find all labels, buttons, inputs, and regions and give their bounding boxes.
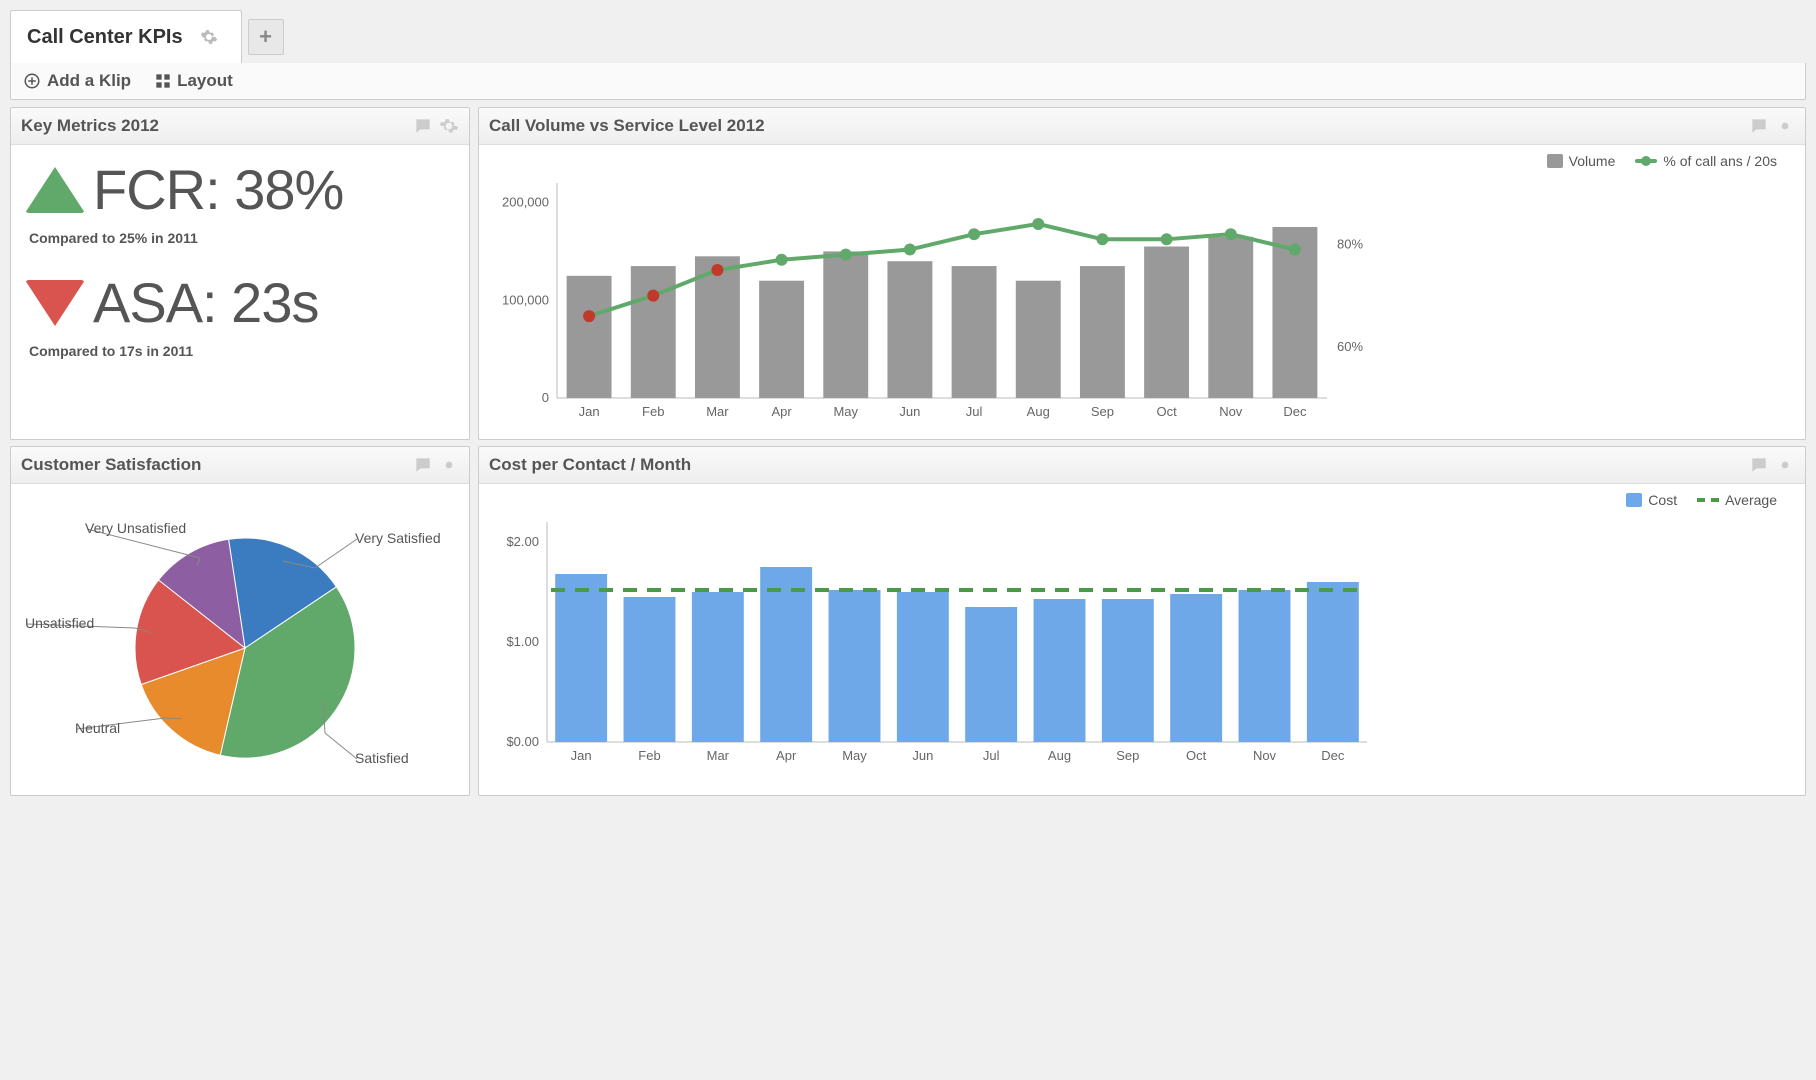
kpi-asa-sub: Compared to 17s in 2011 — [29, 343, 455, 359]
kpi-asa: ASA: 23s — [25, 270, 455, 335]
legend-volume[interactable]: Volume — [1547, 153, 1616, 169]
svg-text:200,000: 200,000 — [502, 195, 549, 210]
panel-cost: Cost per Contact / Month Cost Average $0… — [478, 446, 1806, 796]
panel-title: Cost per Contact / Month — [489, 455, 1749, 475]
svg-text:100,000: 100,000 — [502, 292, 549, 307]
svg-text:Mar: Mar — [707, 748, 730, 763]
legend-avg[interactable]: Average — [1697, 492, 1777, 508]
svg-text:Aug: Aug — [1048, 748, 1071, 763]
svg-text:Neutral: Neutral — [75, 720, 120, 736]
add-klip-button[interactable]: Add a Klip — [23, 71, 131, 91]
svg-text:$2.00: $2.00 — [506, 534, 539, 549]
svg-text:80%: 80% — [1337, 236, 1363, 251]
comment-icon[interactable] — [413, 116, 433, 136]
svg-text:Jun: Jun — [912, 748, 933, 763]
svg-text:Sep: Sep — [1091, 404, 1114, 419]
svg-text:Oct: Oct — [1156, 404, 1177, 419]
svg-text:$1.00: $1.00 — [506, 634, 539, 649]
svg-text:Nov: Nov — [1219, 404, 1243, 419]
plus-circle-icon — [23, 72, 41, 90]
comment-icon[interactable] — [413, 455, 433, 475]
comment-icon[interactable] — [1749, 116, 1769, 136]
tab-title: Call Center KPIs — [27, 26, 183, 49]
svg-text:Jul: Jul — [983, 748, 1000, 763]
gear-icon[interactable] — [439, 455, 459, 475]
triangle-down-icon — [25, 280, 85, 326]
kpi-fcr-value: FCR: 38% — [93, 157, 343, 222]
panel-csat: Customer Satisfaction Very Satisfied Sati… — [10, 446, 470, 796]
svg-text:Dec: Dec — [1283, 404, 1307, 419]
svg-text:Feb: Feb — [638, 748, 660, 763]
legend-pct[interactable]: % of call ans / 20s — [1635, 153, 1777, 169]
svg-text:Jul: Jul — [966, 404, 983, 419]
panel-call-volume: Call Volume vs Service Level 2012 Volume… — [478, 107, 1806, 440]
chart-csat-pie: Very Satisfied Satisfied Neutral Unsatisfie… — [15, 488, 465, 788]
svg-text:Apr: Apr — [776, 748, 797, 763]
legend-cost[interactable]: Cost — [1626, 492, 1677, 508]
svg-text:Oct: Oct — [1186, 748, 1207, 763]
layout-label: Layout — [177, 71, 233, 91]
dashboard-tab[interactable]: Call Center KPIs — [10, 10, 242, 63]
panel-title: Customer Satisfaction — [21, 455, 413, 475]
chart-call-volume: 0 100,000 200,000 Jan Feb Mar Apr May Jun Jul Aug S… — [487, 173, 1387, 428]
panel-key-metrics: Key Metrics 2012 FCR: 38% Compared to 25… — [10, 107, 470, 440]
kpi-asa-value: ASA: 23s — [93, 270, 318, 335]
add-tab-button[interactable]: + — [248, 19, 284, 55]
layout-button[interactable]: Layout — [155, 71, 233, 91]
svg-text:Dec: Dec — [1321, 748, 1345, 763]
panel-title: Key Metrics 2012 — [21, 116, 413, 136]
panel-title: Call Volume vs Service Level 2012 — [489, 116, 1749, 136]
svg-text:Unsatisfied: Unsatisfied — [25, 615, 94, 631]
layout-icon — [155, 73, 171, 89]
svg-text:Feb: Feb — [642, 404, 664, 419]
svg-text:Jan: Jan — [571, 748, 592, 763]
triangle-up-icon — [25, 167, 85, 213]
svg-text:Jan: Jan — [579, 404, 600, 419]
svg-text:Sep: Sep — [1116, 748, 1139, 763]
svg-text:Very Unsatisfied: Very Unsatisfied — [85, 520, 186, 536]
svg-text:May: May — [833, 404, 858, 419]
svg-text:60%: 60% — [1337, 339, 1363, 354]
gear-icon[interactable] — [439, 116, 459, 136]
kpi-fcr-sub: Compared to 25% in 2011 — [29, 230, 455, 246]
svg-text:Mar: Mar — [706, 404, 729, 419]
chart-cost-per-contact: $0.00 $1.00 $2.00 Jan Feb Mar Apr May Jun Jul Aug S… — [487, 512, 1387, 772]
svg-text:May: May — [842, 748, 867, 763]
svg-text:Very Satisfied: Very Satisfied — [355, 530, 441, 546]
kpi-fcr: FCR: 38% — [25, 157, 455, 222]
dashboard-toolbar: Add a Klip Layout — [10, 63, 1806, 100]
svg-text:$0.00: $0.00 — [506, 734, 539, 749]
svg-text:Apr: Apr — [771, 404, 792, 419]
svg-text:Satisfied: Satisfied — [355, 750, 409, 766]
svg-text:Jun: Jun — [899, 404, 920, 419]
gear-icon[interactable] — [1775, 455, 1795, 475]
add-klip-label: Add a Klip — [47, 71, 131, 91]
comment-icon[interactable] — [1749, 455, 1769, 475]
gear-icon[interactable] — [193, 21, 225, 53]
svg-text:Aug: Aug — [1027, 404, 1050, 419]
svg-text:Nov: Nov — [1253, 748, 1277, 763]
gear-icon[interactable] — [1775, 116, 1795, 136]
svg-text:0: 0 — [542, 390, 549, 405]
